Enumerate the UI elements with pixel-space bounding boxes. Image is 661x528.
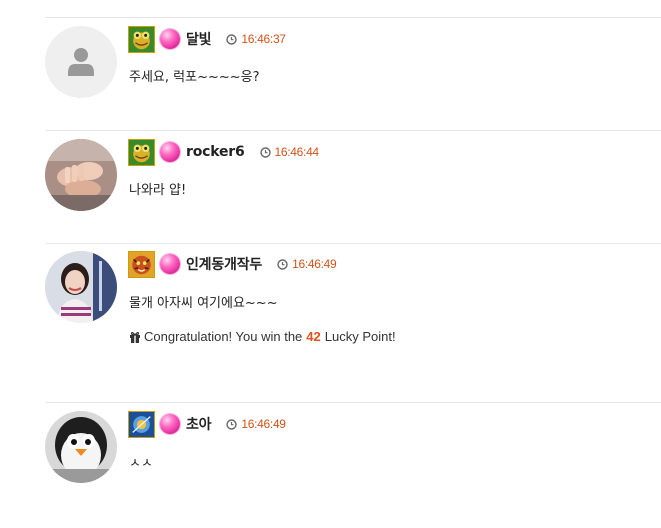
- clock-icon: [277, 258, 288, 270]
- nickname[interactable]: 달빛: [186, 29, 212, 49]
- nickname[interactable]: 인계동개작두: [186, 254, 262, 274]
- level-badge-blue-icon: [128, 410, 155, 438]
- comment-header: 초아 16:46:49: [128, 410, 286, 438]
- avatar[interactable]: [45, 411, 117, 483]
- comment-header: 달빛 16:46:37: [128, 25, 286, 53]
- divider: [45, 17, 661, 18]
- lucky-prefix: Congratulation! You win the: [144, 329, 303, 344]
- timestamp: 16:46:49: [241, 417, 286, 431]
- level-badge-frog-icon: [128, 25, 155, 53]
- avatar[interactable]: [45, 26, 117, 98]
- lucky-point-notice: Congratulation! You win the 42 Lucky Poi…: [129, 329, 396, 344]
- divider: [45, 402, 661, 403]
- timestamp: 16:46:49: [292, 257, 337, 271]
- pink-gem-icon: [160, 142, 180, 162]
- timestamp: 16:46:44: [274, 145, 320, 159]
- comment-header: 인계동개작두 16:46:49: [128, 250, 337, 278]
- lucky-points-value: 42: [306, 329, 321, 344]
- nickname[interactable]: 초아: [186, 414, 212, 434]
- clock-icon: [226, 418, 238, 430]
- gift-icon: [130, 331, 140, 343]
- comment-text: 물개 아자씨 여기에요~~~: [129, 296, 278, 311]
- default-user-icon: [68, 48, 94, 76]
- avatar[interactable]: [45, 251, 117, 323]
- pink-gem-icon: [160, 254, 180, 274]
- divider: [45, 130, 661, 131]
- woman-photo-image: [45, 251, 117, 323]
- comment-text: ㅅㅅ: [129, 456, 153, 471]
- hands-photo-image: [45, 139, 117, 211]
- nickname[interactable]: rocker6: [186, 144, 245, 160]
- lucky-suffix: Lucky Point!: [324, 329, 396, 344]
- pink-gem-icon: [160, 414, 180, 434]
- level-badge-tiger-icon: [128, 250, 155, 278]
- level-badge-frog-icon: [128, 138, 155, 166]
- clock-icon: [226, 33, 238, 45]
- comment-text: 주세요, 럭포~~~~응?: [129, 70, 260, 85]
- pink-gem-icon: [160, 29, 180, 49]
- comment-header: rocker6 16:46:44: [128, 138, 320, 166]
- comment-text: 나와라 얍!: [129, 183, 187, 198]
- penguin-photo-image: [45, 411, 117, 483]
- divider: [45, 243, 661, 244]
- avatar[interactable]: [45, 139, 117, 211]
- clock-icon: [259, 146, 271, 158]
- timestamp: 16:46:37: [241, 32, 286, 46]
